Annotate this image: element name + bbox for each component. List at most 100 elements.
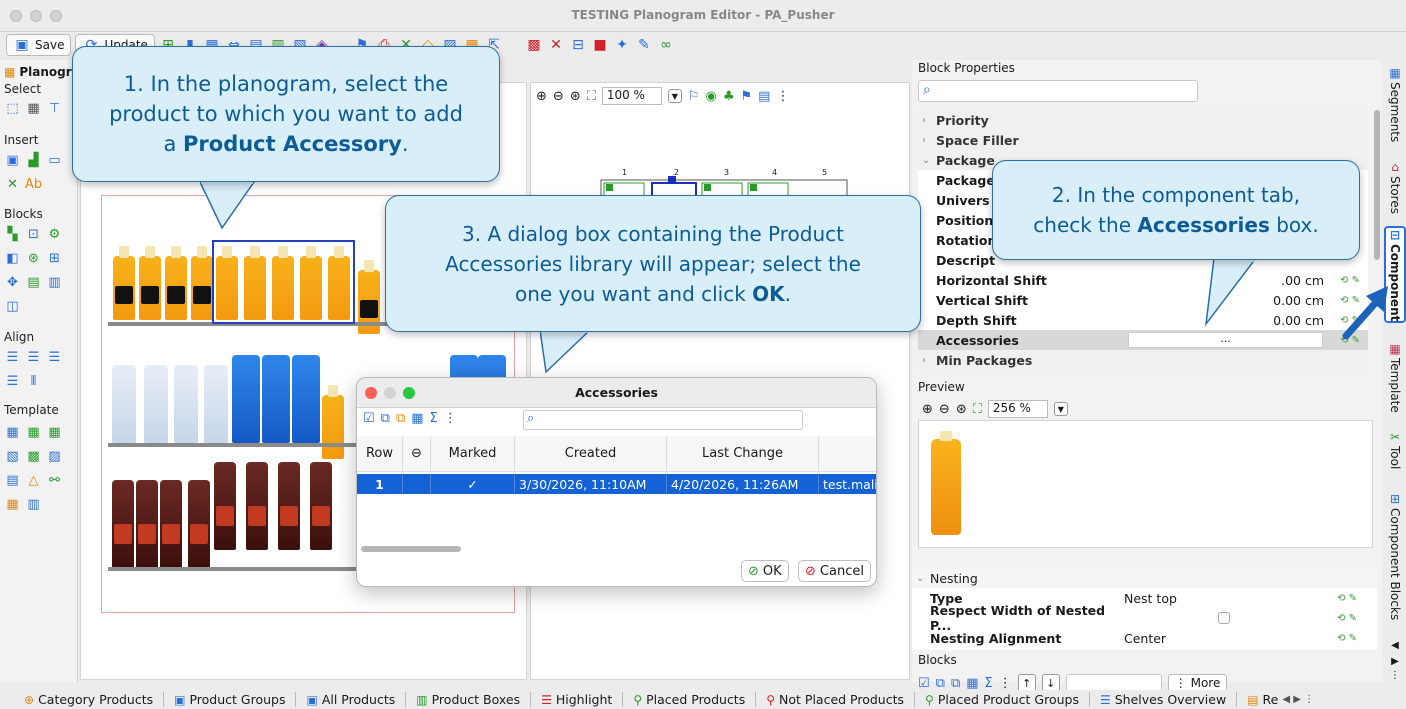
sum-icon[interactable]: Σ [985,676,993,691]
template-g-icon[interactable]: ▤ [4,472,21,489]
block-b-icon[interactable]: ⊡ [25,226,42,243]
cancel-button[interactable]: ⊘ Cancel [798,560,871,582]
template-a-icon[interactable]: ▦ [4,424,21,441]
tab-placed-products[interactable]: ⚲ Placed Products [623,692,757,707]
template-d-icon[interactable]: ▧ [4,448,21,465]
col-created[interactable]: Created [515,436,667,471]
ok-button[interactable]: ⊘ OK [741,560,789,582]
dialog-scrollbar[interactable] [361,546,461,552]
align-center-icon[interactable]: ☰ [25,349,42,366]
tab-not-placed-products[interactable]: ⚲ Not Placed Products [756,692,916,707]
align-columns-icon[interactable]: ⦀ [25,373,42,390]
product-facing[interactable] [112,480,134,568]
tab-scroll-left[interactable]: ◀ [1384,640,1406,651]
product-facing[interactable] [112,365,136,443]
more-vert-icon[interactable]: ⋮ [444,411,457,426]
link-icon[interactable]: ∞ [657,36,675,54]
template-e-icon[interactable]: ▩ [25,448,42,465]
tab-component-blocks[interactable]: ⊞ Component Blocks [1384,492,1406,620]
prop-row-accessories[interactable]: Accessories... ⟲ ✎ [918,330,1368,350]
tab-all-products[interactable]: ▣ All Products [296,692,407,707]
block-c-icon[interactable]: ⚙ [46,226,63,243]
copy-icon[interactable]: ⧉ [936,676,945,691]
product-facing[interactable] [262,355,290,443]
tab-tool[interactable]: ✂ Tool [1384,430,1406,469]
product-facing[interactable] [292,355,320,443]
tab-shelves-overview[interactable]: ☰ Shelves Overview [1090,692,1238,707]
align-justify-icon[interactable]: ☰ [4,373,21,390]
reset-icon[interactable]: ⟲ ✎ [1337,593,1357,604]
accessories-field[interactable]: ... [1128,332,1323,348]
colors-icon[interactable]: ◉ [705,89,716,104]
product-facing[interactable] [214,462,236,550]
prop-row-horizontal-shift[interactable]: Horizontal Shift .00 cm ⟲ ✎ [918,270,1368,290]
tab-scroll-right[interactable]: ▶ [1384,656,1406,667]
label-icon[interactable]: ⚐ [688,89,700,104]
template-j-icon[interactable]: ▦ [4,496,21,513]
table-icon[interactable]: ▦ [966,676,978,691]
zoom-in-icon[interactable]: ⊕ [536,89,547,104]
reset-icon[interactable]: ⟲ ✎ [1337,633,1357,644]
product-facing[interactable] [310,462,332,550]
col-type[interactable]: ⊖ [403,436,431,471]
product-facing[interactable] [136,480,158,568]
tab-segments[interactable]: ▦ Segments [1384,66,1406,142]
product-facing[interactable] [188,480,210,568]
product-facing[interactable] [165,246,187,320]
col-extra[interactable] [819,436,876,471]
select-arrow-icon[interactable]: ⬚ [4,100,21,117]
product-facing[interactable] [139,246,161,320]
product-facing[interactable] [191,246,213,320]
block-e-icon[interactable]: ⊛ [25,250,42,267]
tab-placed-product-groups[interactable]: ⚲ Placed Product Groups [915,692,1090,707]
delete-icon[interactable]: ✕ [547,36,565,54]
block-g-icon[interactable]: ▤ [25,274,42,291]
insert-x-icon[interactable]: ✕ [4,176,21,193]
insert-box-icon[interactable]: ▭ [46,152,63,169]
zoom-out-icon[interactable]: ⊖ [939,402,950,417]
col-row[interactable]: Row [357,436,403,471]
report-icon[interactable]: ▤ [758,89,770,104]
properties-scrollbar[interactable] [1374,110,1380,260]
template-k-icon[interactable]: ▥ [25,496,42,513]
flag-icon[interactable]: ⚑ [740,89,752,104]
move-icon[interactable]: ✥ [4,274,21,291]
copy-alt-icon[interactable]: ⧉ [396,411,405,426]
edit-icon[interactable]: ✎ [635,36,653,54]
fit-screen-icon[interactable]: ⛶ [973,402,982,417]
template-h-icon[interactable]: △ [25,472,42,489]
fit-screen-icon[interactable]: ⛶ [587,89,596,104]
zoom-in-icon[interactable]: ⊕ [922,402,933,417]
dialog-search-input[interactable]: ⌕ [523,410,803,430]
product-facing[interactable] [144,365,168,443]
nesting-row-respect-width[interactable]: Respect Width of Nested P... ⟲ ✎ [912,603,1377,633]
zoom-out-icon[interactable]: ⊖ [553,89,564,104]
block-i-icon[interactable]: ◫ [4,298,21,315]
check-all-icon[interactable]: ☑ [363,411,375,426]
product-facing[interactable] [174,365,198,443]
insert-shelf-icon[interactable]: ▟ [25,152,42,169]
tab-stores[interactable]: ⌂ Stores [1384,160,1406,214]
save-button[interactable]: ▣ Save [6,34,72,56]
preview-zoom-field[interactable]: 256 % [987,400,1048,418]
sum-icon[interactable]: Σ [430,411,438,426]
tab-product-boxes[interactable]: ▥ Product Boxes [406,692,532,707]
prop-row-min-packages[interactable]: › Min Packages [918,350,1368,370]
grid-red-icon[interactable]: ▩ [525,36,543,54]
prop-row-space-filler[interactable]: › Space Filler [918,130,1368,150]
tab-template[interactable]: ▦ Template [1384,342,1406,413]
more-options-icon[interactable]: ⋮ [776,89,789,104]
template-b-icon[interactable]: ▦ [25,424,42,441]
copy-icon[interactable]: ⧉ [381,411,390,426]
cell-marked[interactable]: ✓ [431,474,515,494]
block-h-icon[interactable]: ▥ [46,274,63,291]
nesting-row-alignment[interactable]: Nesting Alignment Center ⟲ ✎ [912,628,1377,648]
product-facing[interactable] [278,462,300,550]
align-right-icon[interactable]: ☰ [46,349,63,366]
product-facing[interactable] [160,480,182,568]
table-row[interactable]: 1 ✓ 3/30/2026, 11:10AM 4/20/2026, 11:26A… [357,474,876,494]
zoom-dropdown-icon[interactable]: ▼ [667,89,682,103]
zoom-reset-icon[interactable]: ⊛ [570,89,581,104]
stop-icon[interactable]: ■ [591,36,609,54]
respect-width-checkbox[interactable] [1218,612,1230,624]
